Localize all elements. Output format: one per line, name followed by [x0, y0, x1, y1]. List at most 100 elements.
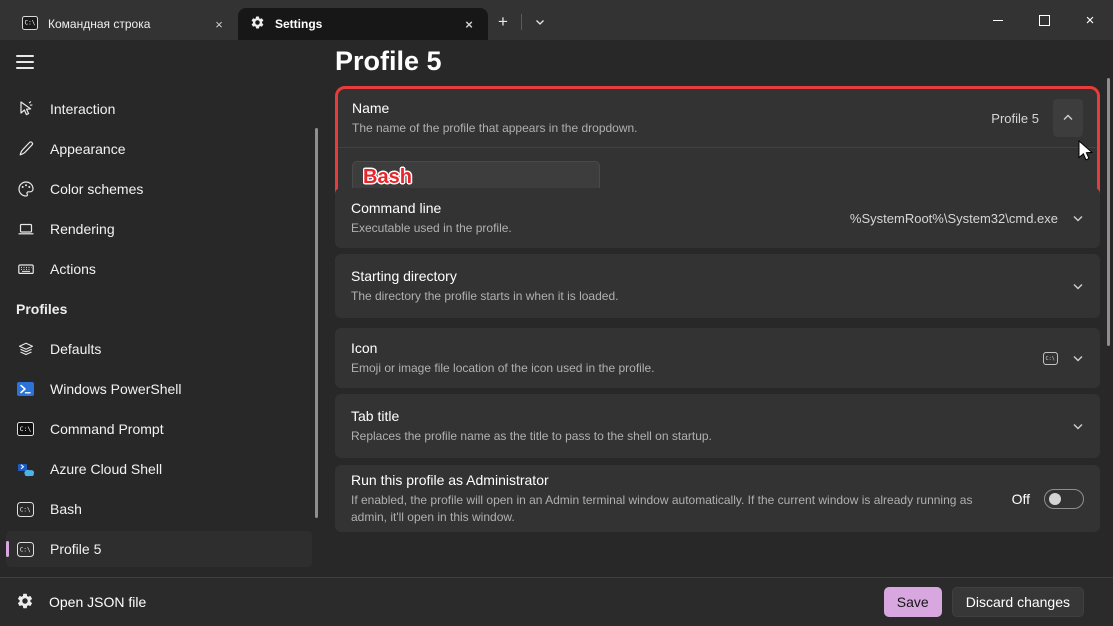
tab-close-icon[interactable]: × — [458, 13, 480, 35]
collapse-button[interactable] — [1053, 99, 1083, 137]
sidebar-item-rendering[interactable]: Rendering — [0, 209, 320, 249]
svg-text:C:\: C:\ — [20, 425, 32, 433]
terminal-settings-window: C:\ Командная строка × Settings × + × — [0, 0, 1113, 626]
tab-bar-divider — [521, 14, 522, 30]
new-tab-button[interactable]: + — [488, 8, 518, 36]
save-button[interactable]: Save — [884, 587, 942, 617]
name-setting-text: Name The name of the profile that appear… — [352, 100, 638, 137]
tab-command-prompt[interactable]: C:\ Командная строка × — [10, 8, 238, 40]
sidebar-item-bash[interactable]: C:\ Bash — [0, 489, 320, 529]
setting-value: %SystemRoot%\System32\cmd.exe — [850, 211, 1058, 226]
open-json-label: Open JSON file — [49, 594, 146, 610]
sidebar-item-label: Appearance — [50, 141, 126, 157]
close-button[interactable]: × — [1067, 0, 1113, 40]
paintbrush-icon — [16, 140, 35, 158]
tab-close-icon[interactable]: × — [208, 13, 230, 35]
starting-directory-text: Starting directory The directory the pro… — [351, 268, 618, 305]
sidebar-item-label: Actions — [50, 261, 96, 277]
sidebar-item-label: Color schemes — [50, 181, 143, 197]
sidebar-item-label: Windows PowerShell — [50, 381, 182, 397]
settings-sidebar: Interaction Appearance Color schemes Ren… — [0, 40, 320, 577]
sidebar-item-label: Profile 5 — [50, 541, 101, 557]
setting-description: The directory the profile starts in when… — [351, 288, 618, 305]
hamburger-menu-icon[interactable] — [16, 55, 34, 69]
page-title: Profile 5 — [335, 46, 442, 77]
sidebar-item-label: Interaction — [50, 101, 115, 117]
sidebar-item-command-prompt[interactable]: C:\ Command Prompt — [0, 409, 320, 449]
minimize-button[interactable] — [975, 0, 1021, 40]
setting-title: Icon — [351, 340, 655, 356]
sidebar-item-interaction[interactable]: Interaction — [0, 89, 320, 129]
sidebar-item-label: Command Prompt — [50, 421, 164, 437]
sidebar-item-azure-cloud-shell[interactable]: Azure Cloud Shell — [0, 449, 320, 489]
icon-setting-row[interactable]: Icon Emoji or image file location of the… — [335, 328, 1100, 388]
svg-text:C:\: C:\ — [20, 506, 31, 513]
layers-icon — [16, 340, 35, 358]
sidebar-item-label: Defaults — [50, 341, 101, 357]
sidebar-item-actions[interactable]: Actions — [0, 249, 320, 289]
setting-description: The name of the profile that appears in … — [352, 120, 638, 137]
interaction-icon — [16, 100, 35, 118]
maximize-button[interactable] — [1021, 0, 1067, 40]
starting-directory-setting-row[interactable]: Starting directory The directory the pro… — [335, 254, 1100, 318]
profiles-section-header: Profiles — [0, 289, 320, 329]
icon-setting-text: Icon Emoji or image file location of the… — [351, 340, 655, 377]
admin-toggle-switch[interactable] — [1044, 489, 1084, 509]
cmd-window-icon: C:\ — [16, 422, 35, 436]
tab-label: Settings — [275, 17, 322, 31]
window-controls: × — [975, 0, 1113, 40]
tab-label: Командная строка — [48, 17, 150, 31]
chevron-down-icon[interactable] — [1072, 420, 1084, 432]
tab-title-text: Tab title Replaces the profile name as t… — [351, 408, 712, 445]
gear-icon — [16, 592, 34, 613]
powershell-icon — [16, 382, 35, 396]
svg-text:C:\: C:\ — [25, 19, 36, 26]
terminal-window-icon: C:\ — [16, 542, 35, 557]
sidebar-scrollbar[interactable] — [315, 128, 318, 518]
titlebar: C:\ Командная строка × Settings × + × — [0, 0, 1113, 40]
setting-value: Profile 5 — [991, 111, 1039, 126]
azure-cloud-icon — [16, 462, 35, 477]
tab-dropdown-button[interactable] — [525, 8, 555, 36]
open-json-file-button[interactable]: Open JSON file — [16, 592, 146, 613]
sidebar-item-appearance[interactable]: Appearance — [0, 129, 320, 169]
profile-icon-preview: C:\ — [1043, 352, 1058, 365]
chevron-down-icon[interactable] — [1072, 212, 1084, 224]
command-line-text: Command line Executable used in the prof… — [351, 200, 512, 237]
sidebar-nav: Interaction Appearance Color schemes Ren… — [0, 89, 320, 569]
setting-description: Replaces the profile name as the title t… — [351, 428, 712, 445]
chevron-up-icon — [1062, 112, 1074, 124]
setting-description: Executable used in the profile. — [351, 220, 512, 237]
admin-setting-text: Run this profile as Administrator If ena… — [351, 472, 999, 526]
setting-description: Emoji or image file location of the icon… — [351, 360, 655, 377]
sidebar-item-profile-5[interactable]: C:\ Profile 5 — [6, 531, 312, 567]
sidebar-item-label: Bash — [50, 501, 82, 517]
terminal-window-icon: C:\ — [16, 502, 35, 517]
sidebar-item-label: Rendering — [50, 221, 115, 237]
sidebar-item-windows-powershell[interactable]: Windows PowerShell — [0, 369, 320, 409]
sidebar-item-defaults[interactable]: Defaults — [0, 329, 320, 369]
tab-settings[interactable]: Settings × — [238, 8, 488, 40]
tab-title-setting-row[interactable]: Tab title Replaces the profile name as t… — [335, 394, 1100, 458]
sidebar-item-label: Azure Cloud Shell — [50, 461, 162, 477]
keyboard-icon — [16, 260, 35, 278]
discard-changes-button[interactable]: Discard changes — [952, 587, 1084, 617]
setting-title: Starting directory — [351, 268, 618, 284]
monitor-icon — [16, 220, 35, 238]
setting-title: Tab title — [351, 408, 712, 424]
chevron-down-icon[interactable] — [1072, 352, 1084, 364]
settings-content: Profile 5 Name The name of the profile t… — [320, 40, 1113, 577]
toggle-state-label: Off — [1012, 491, 1030, 507]
svg-text:C:\: C:\ — [1046, 356, 1055, 362]
name-setting-header[interactable]: Name The name of the profile that appear… — [338, 89, 1097, 147]
content-scrollbar[interactable] — [1107, 78, 1110, 346]
admin-setting-row: Run this profile as Administrator If ena… — [335, 465, 1100, 532]
command-line-setting-row[interactable]: Command line Executable used in the prof… — [335, 188, 1100, 248]
settings-footer: Open JSON file Save Discard changes — [0, 577, 1113, 626]
chevron-down-icon[interactable] — [1072, 280, 1084, 292]
gear-icon — [250, 15, 265, 33]
setting-title: Run this profile as Administrator — [351, 472, 999, 488]
palette-icon — [16, 180, 35, 198]
svg-text:C:\: C:\ — [20, 546, 31, 553]
sidebar-item-color-schemes[interactable]: Color schemes — [0, 169, 320, 209]
